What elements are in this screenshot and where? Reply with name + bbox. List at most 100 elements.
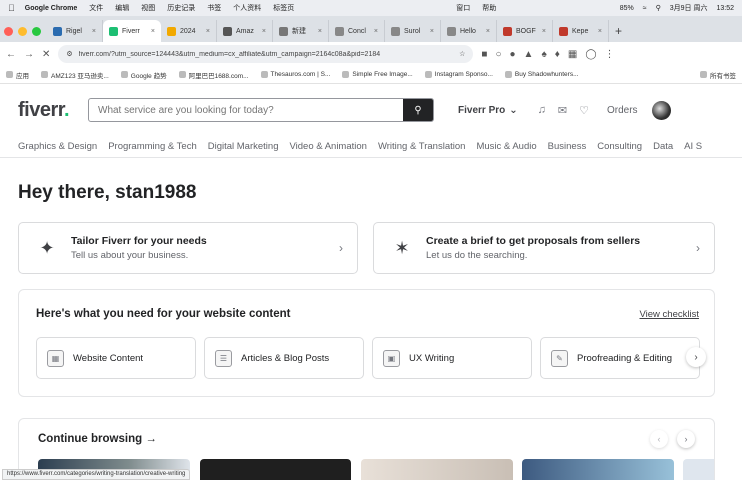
continue-browsing-title[interactable]: Continue browsing → (38, 433, 157, 445)
category-consulting[interactable]: Consulting (597, 141, 642, 152)
menu-tab[interactable]: 标签页 (273, 3, 294, 13)
extension-icon-5[interactable]: ♠ (541, 49, 546, 60)
tab-browser[interactable]: BOGF × (497, 20, 553, 42)
close-tab-icon[interactable]: × (542, 28, 546, 35)
search-icon[interactable]: ⚲ (656, 4, 661, 12)
mail-icon[interactable]: ✉ (558, 104, 567, 117)
tab-browser[interactable]: Concl × (329, 20, 385, 42)
bookmark-amz123[interactable]: AMZ123 亚马逊卖... (41, 70, 109, 80)
tailor-fiverr-card[interactable]: ✦ Tailor Fiverr for your needs Tell us a… (18, 222, 358, 274)
extension-icon-3[interactable]: ● (509, 49, 515, 60)
forward-icon[interactable]: → (24, 49, 34, 60)
category-programming-tech[interactable]: Programming & Tech (108, 141, 197, 152)
time-label[interactable]: 13:52 (716, 5, 734, 12)
apple-icon[interactable]:  (8, 3, 15, 13)
menu-file[interactable]: 文件 (89, 3, 103, 13)
menu-help[interactable]: 帮助 (482, 3, 496, 13)
tab-browser[interactable]: Hello × (441, 20, 497, 42)
all-bookmarks[interactable]: 所有书签 (700, 70, 736, 80)
search-button[interactable]: ⚲ (403, 99, 433, 121)
back-icon[interactable]: ← (6, 49, 16, 60)
date-label[interactable]: 3月9日 周六 (670, 3, 708, 13)
close-window-icon[interactable] (4, 26, 13, 36)
address-bar[interactable]: ⚙ fiverr.com/?utm_source=124443&utm_medi… (58, 45, 474, 63)
menu-history[interactable]: 历史记录 (167, 3, 195, 13)
tab-active[interactable]: Fiverr × (103, 20, 161, 42)
bookmark-apps[interactable]: 应用 (6, 70, 29, 80)
gig-thumbnail[interactable] (683, 459, 714, 480)
view-checklist-link[interactable]: View checklist (640, 309, 700, 320)
bookmark-shadowhunters[interactable]: Buy Shadowhunters... (504, 71, 579, 78)
category-data[interactable]: Data (653, 141, 673, 152)
category-writing-translation[interactable]: Writing & Translation (378, 141, 465, 152)
chip-ux-writing[interactable]: ▣ UX Writing (372, 337, 532, 379)
close-tab-icon[interactable]: × (598, 28, 602, 35)
tab-label: Kepe (572, 27, 589, 35)
site-info-icon[interactable]: ⚙ (66, 50, 72, 58)
menu-window[interactable]: 窗口 (456, 3, 470, 13)
tab-browser[interactable]: Surol × (385, 20, 441, 42)
menu-bookmarks[interactable]: 书签 (207, 3, 221, 13)
tab-browser[interactable]: Kepe × (553, 20, 609, 42)
menu-view[interactable]: 视图 (141, 3, 155, 13)
close-tab-icon[interactable]: × (374, 28, 378, 35)
menu-dots-icon[interactable]: ⋮ (605, 49, 615, 60)
category-business[interactable]: Business (548, 141, 587, 152)
carousel-prev-button[interactable]: ‹ (650, 430, 668, 448)
battery-status[interactable]: 85% (620, 5, 634, 12)
close-tab-icon[interactable]: × (318, 28, 322, 35)
category-video-animation[interactable]: Video & Animation (289, 141, 366, 152)
chip-articles-blog-posts[interactable]: ☰ Articles & Blog Posts (204, 337, 364, 379)
chip-website-content[interactable]: ▦ Website Content (36, 337, 196, 379)
extension-icon-4[interactable]: ▲ (524, 49, 534, 60)
carousel-next-button[interactable]: › (686, 347, 706, 367)
extension-icon-2[interactable]: ○ (495, 49, 501, 60)
url-text[interactable]: fiverr.com/?utm_source=124443&utm_medium… (79, 51, 453, 58)
extension-icon-1[interactable]: ■ (481, 49, 487, 60)
gig-thumbnail[interactable] (200, 459, 351, 480)
gig-thumbnail[interactable] (361, 459, 513, 480)
chip-proofreading-editing[interactable]: ✎ Proofreading & Editing (540, 337, 700, 379)
heart-icon[interactable]: ♡ (579, 104, 589, 117)
bookmark-free-image[interactable]: Simple Free Image... (342, 71, 413, 78)
wifi-icon[interactable]: ≈ (643, 5, 647, 12)
menu-profiles[interactable]: 个人资料 (233, 3, 261, 13)
close-tab-icon[interactable]: × (92, 28, 96, 35)
tab-browser[interactable]: 新建 × (273, 20, 329, 42)
search-input[interactable] (89, 104, 403, 116)
extension-icon-6[interactable]: ♦ (555, 49, 560, 60)
category-graphics-design[interactable]: Graphics & Design (18, 141, 97, 152)
category-music-audio[interactable]: Music & Audio (476, 141, 536, 152)
app-menu[interactable]: Google Chrome (25, 5, 78, 12)
extensions-puzzle-icon[interactable]: ▦ (568, 49, 577, 60)
carousel-next-button[interactable]: › (677, 430, 695, 448)
create-brief-card[interactable]: ✶ Create a brief to get proposals from s… (373, 222, 715, 274)
close-tab-icon[interactable]: × (486, 28, 490, 35)
bookmark-1688[interactable]: 阿里巴巴1688.com... (178, 70, 249, 80)
category-ai-services[interactable]: AI S (684, 141, 702, 152)
minimize-window-icon[interactable] (18, 26, 27, 36)
close-tab-icon[interactable]: × (262, 28, 266, 35)
bell-icon[interactable]: ♫ (538, 104, 546, 116)
new-tab-icon[interactable]: + (609, 20, 628, 42)
tab-browser[interactable]: Rigel × (47, 20, 103, 42)
bookmark-thesaurus[interactable]: Thesauros.com | S... (260, 71, 330, 78)
fiverr-logo[interactable]: fiverr. (18, 99, 88, 122)
bookmark-instagram[interactable]: Instagram Sponso... (424, 71, 493, 78)
close-tab-icon[interactable]: × (206, 28, 210, 35)
menu-edit[interactable]: 编辑 (115, 3, 129, 13)
tab-browser[interactable]: 2024 × (161, 20, 217, 42)
stop-icon[interactable]: ✕ (42, 49, 50, 60)
maximize-window-icon[interactable] (32, 26, 41, 36)
avatar[interactable] (651, 100, 671, 120)
orders-link[interactable]: Orders (607, 105, 638, 116)
profile-icon[interactable]: ◯ (585, 49, 596, 60)
gig-thumbnail[interactable] (522, 459, 674, 480)
close-tab-icon[interactable]: × (151, 28, 155, 35)
fiverr-pro-dropdown[interactable]: Fiverr Pro ⌄ (458, 105, 518, 116)
category-digital-marketing[interactable]: Digital Marketing (208, 141, 279, 152)
bookmark-google-trends[interactable]: Google 趋势 (120, 70, 167, 80)
star-icon[interactable]: ☆ (459, 50, 465, 58)
close-tab-icon[interactable]: × (430, 28, 434, 35)
tab-browser[interactable]: Amaz × (217, 20, 273, 42)
